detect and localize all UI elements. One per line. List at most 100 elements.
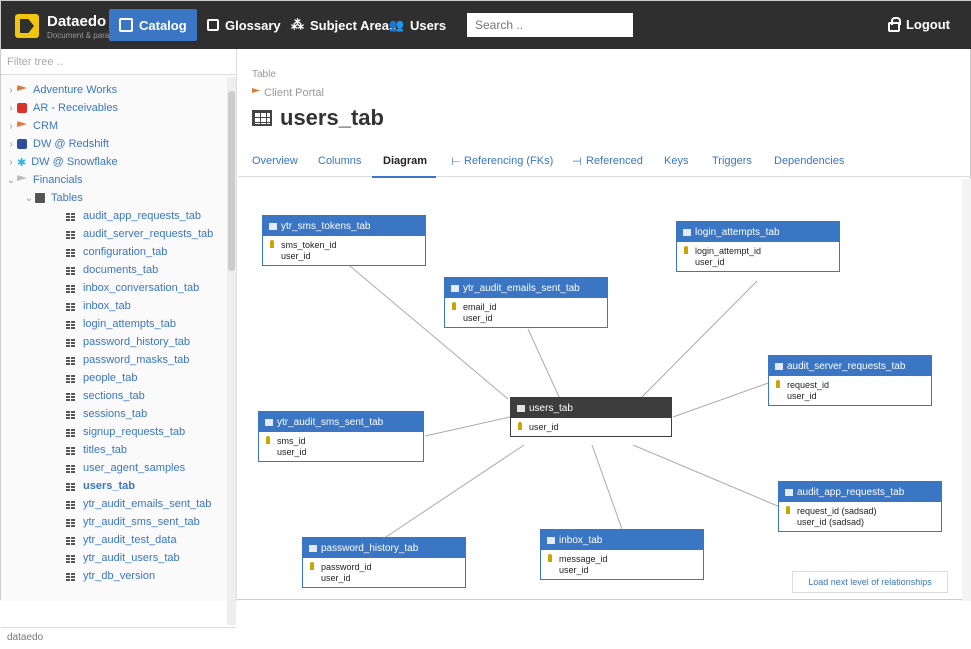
tree-item-table[interactable]: audit_server_requests_tab	[65, 225, 213, 243]
table-icon	[65, 409, 75, 419]
column: user_id	[463, 313, 493, 323]
filter-tree-input[interactable]: Filter tree ..	[1, 49, 236, 75]
table-icon	[785, 488, 793, 496]
sidebar-scroll-thumb[interactable]	[228, 91, 235, 271]
dataedo-logo-icon[interactable]	[15, 14, 39, 38]
tab-columns[interactable]: Columns	[318, 155, 361, 167]
tree-item-table[interactable]: users_tab	[65, 477, 135, 495]
breadcrumb-module[interactable]: Client Portal	[264, 87, 324, 99]
tab-overview[interactable]: Overview	[252, 155, 298, 167]
nav-users-button[interactable]: 👥 Users	[379, 9, 456, 41]
relation-line	[639, 280, 758, 400]
table-icon	[65, 445, 75, 455]
entity-ytr-audit-sms-sent-tab[interactable]: ytr_audit_sms_sent_tab sms_id user_id	[258, 411, 424, 462]
entity-users-tab[interactable]: users_tab user_id	[510, 397, 672, 437]
tree-item-table[interactable]: inbox_conversation_tab	[65, 279, 199, 297]
tree-item-label: ytr_audit_test_data	[83, 534, 177, 546]
tree-item-label: ytr_audit_emails_sent_tab	[83, 498, 212, 510]
entity-ytr-sms-tokens-tab[interactable]: ytr_sms_tokens_tab sms_token_id user_id	[262, 215, 426, 266]
nav-catalog-label: Catalog	[139, 17, 187, 33]
entity-title: ytr_audit_sms_sent_tab	[277, 416, 384, 428]
tree-item-label: titles_tab	[83, 444, 128, 456]
entity-password-history-tab[interactable]: password_history_tab password_id user_id	[302, 537, 466, 588]
tree-item-table[interactable]: documents_tab	[65, 261, 158, 279]
primary-key-column: request_id	[769, 379, 931, 390]
entity-login-attempts-tab[interactable]: login_attempts_tab login_attempt_id user_i…	[676, 221, 840, 272]
tree-item-dw-redshift[interactable]: › DW @ Redshift	[5, 135, 109, 153]
tree-item-label: audit_server_requests_tab	[83, 228, 214, 240]
tab-referencing-fks[interactable]: Referencing (FKs)	[464, 155, 553, 167]
tree-item-table[interactable]: sections_tab	[65, 387, 145, 405]
active-tab-indicator	[372, 176, 436, 178]
erd-diagram[interactable]: ytr_sms_tokens_tab sms_token_id user_idytr…	[238, 179, 971, 601]
table-icon	[547, 536, 555, 544]
entity-inbox-tab[interactable]: inbox_tab message_id user_id	[540, 529, 704, 580]
tab-diagram[interactable]: Diagram	[383, 155, 427, 167]
tree-item-table[interactable]: ytr_audit_test_data	[65, 531, 177, 549]
tree-item-table[interactable]: inbox_tab	[65, 297, 131, 315]
tree-item-table[interactable]: login_attempts_tab	[65, 315, 176, 333]
primary-key-column: sms_id	[259, 435, 423, 446]
table-icon	[269, 222, 277, 230]
tree-item-table[interactable]: user_agent_samples	[65, 459, 185, 477]
table-icon	[65, 463, 75, 473]
chevron-right-icon[interactable]: ›	[5, 139, 17, 150]
tree-item-table[interactable]: signup_requests_tab	[65, 423, 185, 441]
tree-item-table[interactable]: configuration_tab	[65, 243, 167, 261]
table-icon	[65, 229, 75, 239]
diagram-scrollbar[interactable]	[962, 179, 971, 601]
tree-item-label: inbox_tab	[83, 300, 131, 312]
nav-catalog-button[interactable]: Catalog	[109, 9, 197, 41]
tree-item-table[interactable]: ytr_audit_users_tab	[65, 549, 180, 567]
primary-key-column: message_id	[541, 553, 703, 564]
entity-header: ytr_audit_sms_sent_tab	[259, 412, 423, 432]
logout-button[interactable]: Logout	[887, 16, 950, 32]
chevron-down-icon[interactable]: ⌄	[5, 175, 17, 186]
column: user_id	[281, 251, 311, 261]
tree-item-label: sections_tab	[83, 390, 145, 402]
tree-item-table[interactable]: audit_app_requests_tab	[65, 207, 201, 225]
tab-dependencies[interactable]: Dependencies	[774, 155, 844, 167]
table-icon	[309, 544, 317, 552]
search-input[interactable]	[467, 13, 633, 37]
primary-key-column: login_attempt_id	[677, 245, 839, 256]
tree-item-adventure-works[interactable]: › Adventure Works	[5, 81, 117, 99]
tree-item-table[interactable]: ytr_audit_emails_sent_tab	[65, 495, 211, 513]
chevron-right-icon[interactable]: ›	[5, 85, 17, 96]
tree-item-table[interactable]: people_tab	[65, 369, 137, 387]
table-icon	[65, 211, 75, 221]
table-icon	[65, 301, 75, 311]
table-icon	[65, 553, 75, 563]
entity-title: inbox_tab	[559, 534, 603, 546]
entity-audit-app-requests-tab[interactable]: audit_app_requests_tab request_id (sadsad…	[778, 481, 942, 532]
tree-item-table[interactable]: ytr_db_version	[65, 567, 155, 585]
tab-referenced[interactable]: Referenced	[586, 155, 643, 167]
tab-triggers[interactable]: Triggers	[712, 155, 752, 167]
chevron-right-icon[interactable]: ›	[5, 103, 17, 114]
tree-item-label: inbox_conversation_tab	[83, 282, 200, 294]
load-next-level-button[interactable]: Load next level of relationships	[792, 571, 948, 593]
tree-item-table[interactable]: sessions_tab	[65, 405, 147, 423]
tree-item-table[interactable]: password_masks_tab	[65, 351, 189, 369]
tree-item-table[interactable]: ytr_audit_sms_sent_tab	[65, 513, 200, 531]
tree-item-label: people_tab	[83, 372, 138, 384]
lock-icon	[887, 16, 901, 32]
tree-item-table[interactable]: titles_tab	[65, 441, 127, 459]
tree-item-tables-folder[interactable]: ⌄ Tables	[23, 189, 83, 207]
tree-item-ar-receivables[interactable]: › AR - Receivables	[5, 99, 118, 117]
brand-name[interactable]: Dataedo	[47, 13, 106, 30]
breadcrumb[interactable]: Client Portal	[252, 87, 324, 99]
tab-keys[interactable]: Keys	[664, 155, 688, 167]
entity-audit-server-requests-tab[interactable]: audit_server_requests_tab request_id user_…	[768, 355, 932, 406]
tree-item-financials[interactable]: ⌄ Financials	[5, 171, 83, 189]
entity-ytr-audit-emails-sent-tab[interactable]: ytr_audit_emails_sent_tab email_id user_id	[444, 277, 608, 328]
tree-item-table[interactable]: password_history_tab	[65, 333, 190, 351]
chevron-right-icon[interactable]: ›	[5, 157, 17, 168]
redshift-icon	[17, 139, 27, 149]
chevron-right-icon[interactable]: ›	[5, 121, 17, 132]
nav-glossary-button[interactable]: Glossary	[197, 9, 291, 41]
chevron-down-icon[interactable]: ⌄	[23, 193, 35, 204]
tree-item-crm[interactable]: › CRM	[5, 117, 58, 135]
primary-key-column: sms_token_id	[263, 239, 425, 250]
tree-item-dw-snowflake[interactable]: › ✱ DW @ Snowflake	[5, 153, 117, 171]
